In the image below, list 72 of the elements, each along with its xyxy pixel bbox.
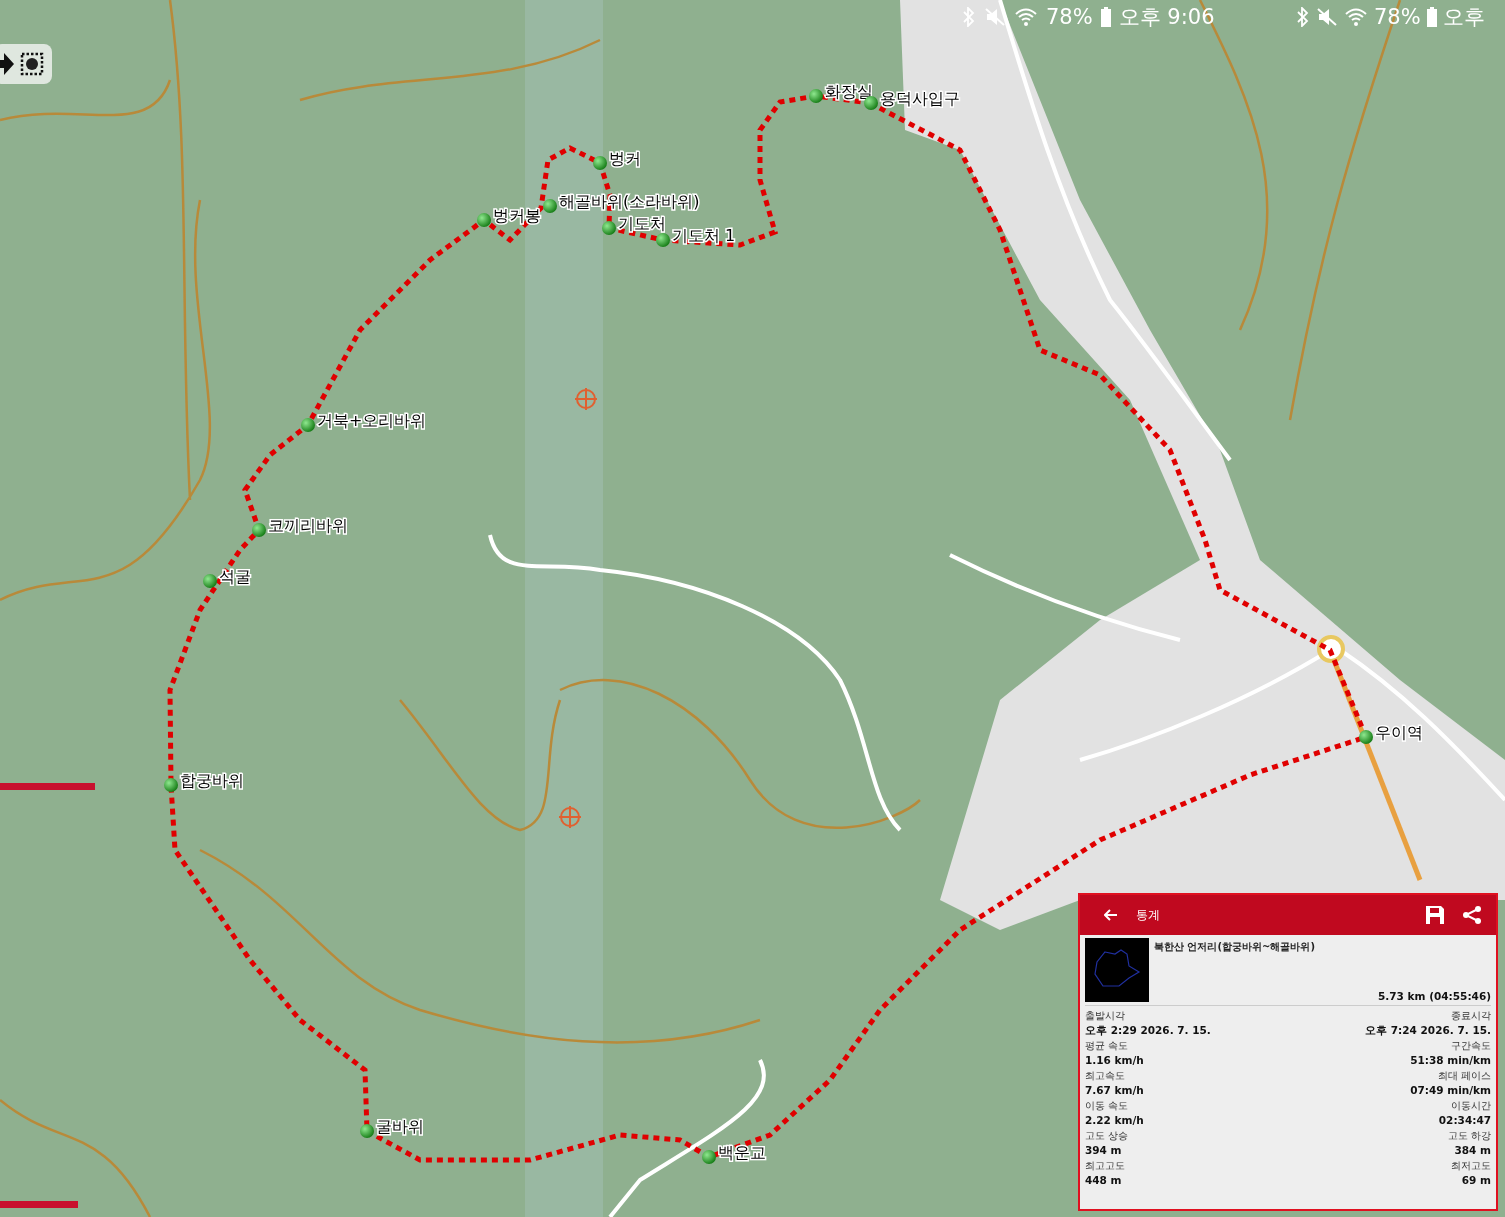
- waypoint-marker[interactable]: [656, 233, 670, 247]
- mute-icon: [984, 7, 1006, 27]
- bluetooth-icon: [1296, 7, 1310, 27]
- stat-label: 최고고도: [1085, 1159, 1126, 1173]
- stat-label: 고도 상승: [1085, 1129, 1130, 1143]
- panel-title: 통계: [1136, 906, 1160, 924]
- wifi-icon: [1014, 7, 1038, 27]
- waypoint-marker[interactable]: [477, 213, 491, 227]
- waypoint-label: 해골바위(소라바위): [559, 192, 700, 211]
- stat-label: 구간속도: [1451, 1039, 1491, 1053]
- mute-icon: [1316, 7, 1338, 27]
- clock: 오후: [1442, 4, 1485, 31]
- waypoint-marker[interactable]: [301, 418, 315, 432]
- battery-icon: [1100, 7, 1111, 27]
- share-icon[interactable]: [1462, 906, 1482, 924]
- waypoint-label: 코끼리바위: [268, 516, 348, 535]
- stat-value: 448 m: [1085, 1173, 1123, 1187]
- stat-value: 394 m: [1085, 1143, 1123, 1157]
- waypoint-marker[interactable]: [543, 199, 557, 213]
- stat-value: 51:38 min/km: [1410, 1053, 1491, 1067]
- waypoint-marker[interactable]: [602, 221, 616, 235]
- crosshair-icon: [574, 387, 598, 411]
- arrow-icon[interactable]: [0, 53, 14, 75]
- waypoint-marker[interactable]: [252, 523, 266, 537]
- waypoint-label: 기도처 1: [672, 226, 736, 245]
- stat-value: 2.22 km/h: [1085, 1113, 1145, 1127]
- waypoint-label: 기도처: [618, 214, 666, 233]
- waypoint-marker[interactable]: [1359, 730, 1373, 744]
- waypoint-label: 백운교: [718, 1143, 766, 1162]
- waypoint-marker[interactable]: [809, 89, 823, 103]
- stat-value: 7.67 km/h: [1085, 1083, 1145, 1097]
- stat-label: 이동 속도: [1085, 1099, 1130, 1113]
- wifi-icon: [1344, 7, 1368, 27]
- waypoint-label: 용덕사입구: [880, 89, 960, 108]
- save-icon[interactable]: [1426, 906, 1444, 924]
- waypoint-marker[interactable]: [360, 1124, 374, 1138]
- waypoint-marker[interactable]: [164, 778, 178, 792]
- waypoint-marker[interactable]: [203, 574, 217, 588]
- stat-value: 07:49 min/km: [1410, 1083, 1491, 1097]
- battery-icon: [1426, 7, 1437, 27]
- dotted-square-icon[interactable]: [20, 52, 44, 76]
- stat-value: 1.16 km/h: [1085, 1053, 1145, 1067]
- waypoint-label: 벙커: [609, 149, 641, 168]
- battery-percent: 78%: [1046, 5, 1093, 29]
- stat-value: 69 m: [1461, 1173, 1491, 1187]
- stat-value: 오후 7:24 2026. 7. 15.: [1365, 1023, 1491, 1037]
- stat-label: 고도 하강: [1447, 1129, 1491, 1143]
- stat-label: 최고속도: [1085, 1069, 1126, 1083]
- stat-value: 02:34:47: [1438, 1113, 1491, 1127]
- stat-label: 출발시각: [1085, 1009, 1126, 1023]
- waypoint-marker[interactable]: [702, 1150, 716, 1164]
- stat-label: 최대 페이스: [1437, 1069, 1491, 1083]
- crosshair-icon: [558, 805, 582, 829]
- stat-value: 오후 2:29 2026. 7. 15.: [1085, 1023, 1212, 1037]
- track-thumbnail: [1085, 938, 1149, 1002]
- stat-value: 384 m: [1454, 1143, 1491, 1157]
- waypoint-label: 굴바위: [376, 1117, 424, 1136]
- stat-label: 평균 속도: [1085, 1039, 1130, 1053]
- waypoint-label: 벙커봉: [493, 206, 541, 225]
- waypoint-label: 합궁바위: [180, 771, 244, 790]
- waypoint-label: 화장실: [825, 82, 873, 101]
- stat-label: 최저고도: [1451, 1159, 1491, 1173]
- back-icon[interactable]: [1104, 909, 1118, 921]
- waypoint-label: 석굴: [219, 567, 251, 586]
- stat-label: 종료시각: [1451, 1009, 1491, 1023]
- bluetooth-icon: [962, 7, 976, 27]
- track-distance: 5.73 km (04:55:46): [1378, 990, 1491, 1002]
- track-name: 북한산 언저리(합궁바위~해골바위): [1154, 940, 1316, 954]
- waypoint-marker[interactable]: [593, 156, 607, 170]
- waypoint-label: 거북+오리바위: [317, 411, 427, 430]
- waypoint-label: 우이역: [1375, 723, 1423, 742]
- stat-label: 이동시간: [1451, 1099, 1491, 1113]
